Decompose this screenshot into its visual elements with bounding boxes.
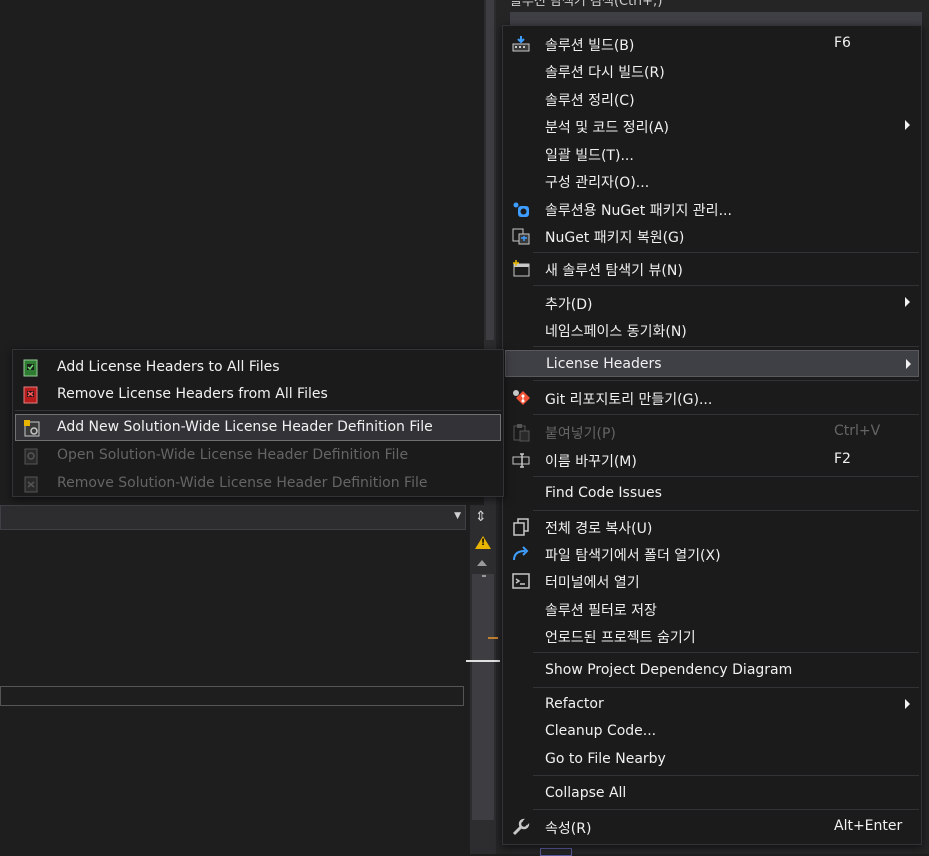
menu-item-open-in-explorer[interactable]: 파일 탐색기에서 폴더 열기(X)	[505, 540, 919, 567]
git-icon	[511, 388, 531, 408]
split-icon[interactable]: ⇕	[475, 509, 487, 525]
menu-item-collapse-all[interactable]: Collapse All	[505, 780, 919, 807]
submenu-arrow-icon	[906, 359, 911, 369]
solution-context-menu: 솔루션 빌드(B) F6 솔루션 다시 빌드(R) 솔루션 정리(C) 분석 및…	[502, 25, 922, 845]
change-marker	[488, 637, 498, 639]
menu-item-dependency-diagram[interactable]: Show Project Dependency Diagram	[505, 657, 919, 684]
menu-item-build-solution[interactable]: 솔루션 빌드(B) F6	[505, 30, 919, 57]
build-solution-icon	[511, 34, 531, 54]
solution-explorer-bottom-item	[540, 848, 572, 856]
nuget-icon	[511, 199, 531, 219]
submenu-arrow-icon	[905, 297, 910, 307]
copy-path-icon	[511, 517, 531, 537]
menu-item-hide-unloaded[interactable]: 언로드된 프로젝트 숨기기	[505, 622, 919, 649]
submenu-item-remove-definition-file[interactable]: Remove Solution-Wide License Header Defi…	[15, 470, 501, 497]
submenu-item-add-license-headers[interactable]: Add License Headers to All Files	[15, 354, 501, 381]
open-folder-icon	[511, 544, 531, 564]
submenu-arrow-icon	[905, 120, 910, 130]
nuget-restore-icon	[511, 226, 531, 246]
menu-item-add[interactable]: 추가(D)	[505, 289, 919, 316]
menu-separator	[533, 809, 919, 810]
menu-item-save-solution-filter[interactable]: 솔루션 필터로 저장	[505, 595, 919, 622]
menu-item-cleanup-code[interactable]: Cleanup Code...	[505, 718, 919, 745]
menu-separator	[533, 510, 919, 511]
remove-definition-icon	[21, 474, 41, 494]
menu-separator	[533, 652, 919, 653]
menu-item-clean-solution[interactable]: 솔루션 정리(C)	[505, 85, 919, 112]
menu-item-manage-nuget[interactable]: 솔루션용 NuGet 패키지 관리...	[505, 195, 919, 222]
menu-item-create-git-repo[interactable]: Git 리포지토리 만들기(G)...	[505, 384, 919, 411]
rename-icon	[511, 450, 531, 470]
open-definition-icon	[21, 446, 41, 466]
output-input-box[interactable]	[0, 686, 464, 706]
submenu-arrow-icon	[905, 699, 910, 709]
paste-icon	[511, 422, 531, 442]
menu-item-open-terminal[interactable]: 터미널에서 열기	[505, 567, 919, 594]
menu-item-rename[interactable]: 이름 바꾸기(M) F2	[505, 446, 919, 473]
wrench-icon	[511, 816, 532, 837]
menu-item-license-headers[interactable]: License Headers	[505, 350, 919, 377]
menu-separator	[533, 346, 919, 347]
menu-separator	[533, 687, 919, 688]
menu-separator	[533, 414, 919, 415]
menu-item-find-code-issues[interactable]: Find Code Issues	[505, 480, 919, 507]
solution-search-input[interactable]: 솔루션 탐색기 검색(Ctrl+;)	[510, 0, 922, 13]
menu-item-paste[interactable]: 붙여넣기(P) Ctrl+V	[505, 418, 919, 445]
menu-separator	[533, 476, 919, 477]
menu-item-copy-full-path[interactable]: 전체 경로 복사(U)	[505, 513, 919, 540]
license-headers-submenu: Add License Headers to All Files Remove …	[12, 349, 504, 497]
output-vertical-scrollbar[interactable]: ⇕ !	[466, 505, 500, 854]
menu-separator	[533, 380, 919, 381]
menu-item-restore-nuget[interactable]: NuGet 패키지 복원(G)	[505, 222, 919, 249]
menu-item-rebuild-solution[interactable]: 솔루션 다시 빌드(R)	[505, 57, 919, 84]
remove-license-icon	[21, 385, 41, 405]
terminal-icon	[511, 571, 531, 591]
menu-separator	[533, 775, 919, 776]
menu-item-properties[interactable]: 속성(R) Alt+Enter	[505, 813, 919, 840]
add-license-icon	[21, 358, 41, 378]
menu-separator	[533, 252, 919, 253]
menu-item-sync-namespaces[interactable]: 네임스페이스 동기화(N)	[505, 316, 919, 343]
menu-item-new-explorer-view[interactable]: 새 솔루션 탐색기 뷰(N)	[505, 255, 919, 282]
menu-item-refactor[interactable]: Refactor	[505, 691, 919, 718]
new-view-icon	[511, 259, 531, 279]
menu-separator	[15, 410, 501, 411]
menu-item-config-manager[interactable]: 구성 관리자(O)...	[505, 167, 919, 194]
scroll-up-icon[interactable]	[477, 560, 487, 566]
warning-icon[interactable]: !	[475, 536, 491, 549]
add-definition-icon	[22, 419, 42, 439]
scroll-marker	[482, 575, 486, 577]
output-source-dropdown[interactable]: ▼	[0, 505, 466, 530]
menu-item-analyze-cleanup[interactable]: 분석 및 코드 정리(A)	[505, 112, 919, 139]
scroll-thumb[interactable]	[486, 0, 494, 340]
submenu-item-add-definition-file[interactable]: Add New Solution-Wide License Header Def…	[15, 414, 501, 441]
menu-separator	[533, 285, 919, 286]
menu-item-go-to-file-nearby[interactable]: Go to File Nearby	[505, 746, 919, 773]
caret-marker	[466, 660, 500, 662]
submenu-item-open-definition-file[interactable]: Open Solution-Wide License Header Defini…	[15, 442, 501, 469]
scroll-track[interactable]	[466, 574, 500, 820]
menu-item-batch-build[interactable]: 일괄 빌드(T)...	[505, 140, 919, 167]
chevron-down-icon[interactable]: ▼	[454, 511, 461, 521]
submenu-item-remove-license-headers[interactable]: Remove License Headers from All Files	[15, 381, 501, 408]
